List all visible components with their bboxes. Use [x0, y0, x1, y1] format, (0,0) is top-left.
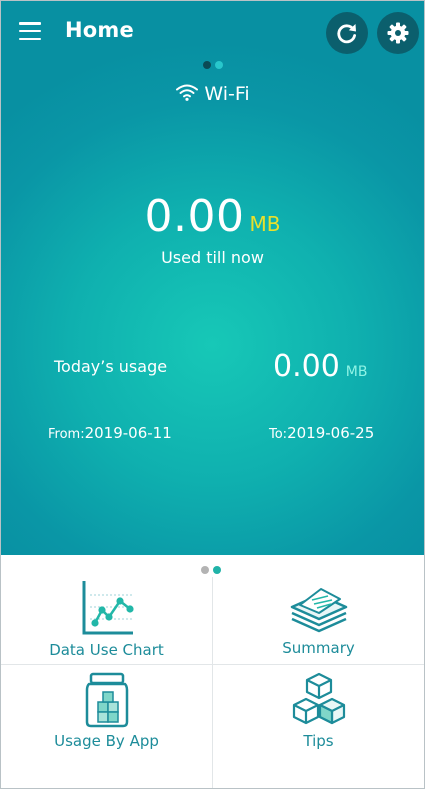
page-title: Home	[65, 18, 134, 42]
total-usage-label: Used till now	[161, 248, 264, 267]
page-dot[interactable]	[203, 61, 211, 69]
menu-bar	[19, 37, 41, 40]
feature-grid: Data Use Chart Summary Usage By App Tips	[1, 555, 424, 788]
settings-button[interactable]	[377, 12, 419, 54]
today-usage: 0.00 MB	[273, 349, 367, 384]
hamburger-menu-icon[interactable]	[17, 19, 43, 43]
period-from-label: From:	[48, 427, 85, 442]
usage-hero-panel: Home Wi-Fi 0.00 MB Used till now Today’s…	[1, 1, 424, 555]
stacked-cubes-icon	[292, 672, 345, 725]
tips-tile[interactable]: Tips	[213, 672, 424, 750]
app-bar: Home	[1, 1, 424, 63]
page-dot[interactable]	[201, 566, 209, 574]
page-dot-active[interactable]	[215, 61, 223, 69]
total-usage-unit: MB	[249, 212, 281, 236]
home-screen: Home Wi-Fi 0.00 MB Used till now Today’s…	[0, 0, 425, 789]
line-chart-icon	[82, 581, 134, 635]
tile-label: Usage By App	[54, 732, 159, 750]
network-type: Wi-Fi	[1, 83, 424, 105]
gear-icon	[387, 22, 409, 44]
today-usage-value: 0.00	[273, 349, 340, 384]
period-from: From:2019-06-11	[48, 424, 172, 442]
hero-page-indicator[interactable]	[203, 61, 223, 69]
period-from-date: 2019-06-11	[84, 424, 172, 442]
period-to-date: 2019-06-25	[287, 424, 375, 442]
total-usage-value: 0.00	[144, 191, 245, 242]
period-to-label: To:	[269, 427, 288, 442]
menu-bar	[19, 22, 41, 25]
today-usage-label: Today’s usage	[54, 357, 168, 376]
wifi-icon	[176, 84, 199, 101]
network-label: Wi-Fi	[204, 83, 250, 105]
tile-label: Data Use Chart	[49, 641, 164, 659]
page-dot-active[interactable]	[213, 566, 221, 574]
stacked-papers-icon	[290, 588, 347, 633]
period-to: To:2019-06-25	[269, 424, 374, 442]
summary-tile[interactable]: Summary	[213, 583, 424, 657]
menu-bar	[19, 29, 41, 33]
grid-divider-horizontal	[1, 664, 424, 665]
today-usage-unit: MB	[345, 364, 368, 380]
tile-label: Summary	[282, 639, 355, 657]
tile-label: Tips	[303, 732, 334, 750]
usage-by-app-tile[interactable]: Usage By App	[1, 672, 212, 750]
refresh-icon	[337, 24, 356, 44]
refresh-button[interactable]	[326, 12, 368, 54]
data-use-chart-tile[interactable]: Data Use Chart	[1, 579, 212, 659]
total-usage: 0.00 MB	[1, 191, 424, 242]
jar-cubes-icon	[85, 672, 128, 728]
grid-page-indicator[interactable]	[201, 566, 221, 574]
